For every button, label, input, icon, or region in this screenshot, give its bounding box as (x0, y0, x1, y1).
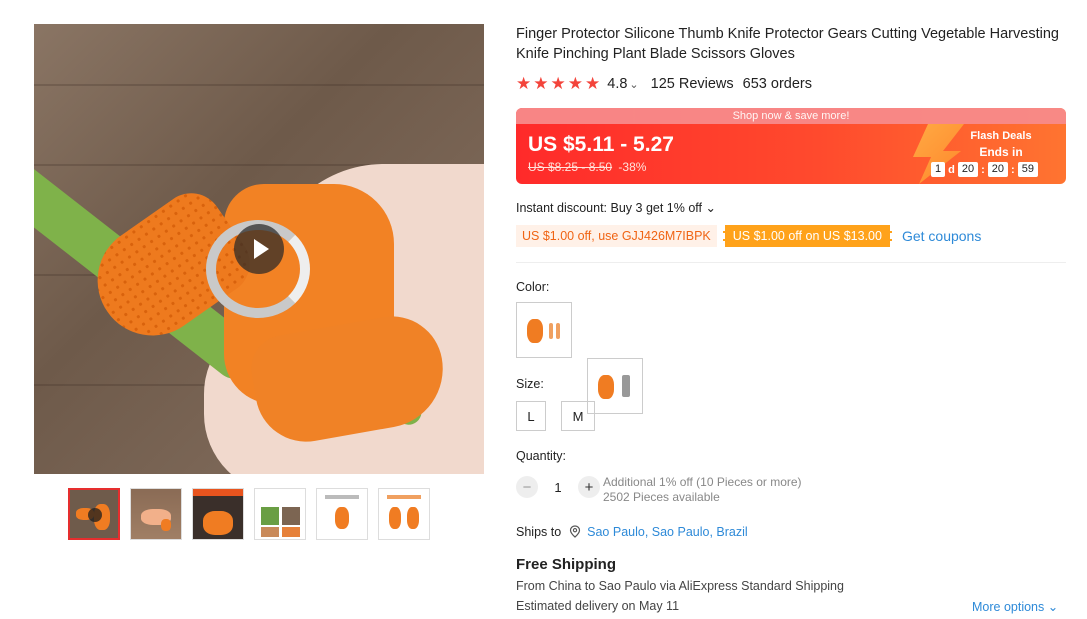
size-option-m[interactable]: M (561, 401, 595, 431)
wood-grain (34, 84, 484, 86)
reviews-link[interactable]: 125 Reviews (651, 76, 734, 92)
chevron-down-icon[interactable]: ⌄ (629, 78, 638, 91)
star-icon: ★ (550, 74, 566, 93)
thumb-shape (203, 511, 233, 535)
thumbnail-strip (68, 488, 430, 540)
code-coupon[interactable]: US $1.00 off, use GJJ426M7IBPK (516, 225, 717, 247)
thumbnail-2[interactable] (130, 488, 182, 540)
thumb-shape (261, 507, 279, 525)
star-icon: ★ (585, 74, 601, 93)
countdown-days: 1 (931, 162, 946, 177)
old-price: US $8.25 - 8.50 (528, 160, 613, 174)
thumb-shape (407, 507, 419, 529)
swatch-shape (549, 323, 553, 339)
thumb-shape (161, 519, 171, 531)
free-shipping-title: Free Shipping (516, 556, 617, 573)
quantity-notes: Additional 1% off (10 Pieces or more) 25… (603, 475, 802, 505)
quantity-decrease-button[interactable]: − (516, 476, 538, 498)
thumb-text (387, 495, 421, 499)
flash-deals-label: Flash Deals (970, 130, 1032, 142)
swatch-shape (556, 323, 560, 339)
destination-link[interactable]: Sao Paulo, Sao Paulo, Brazil (587, 525, 748, 539)
days-unit: d (948, 163, 955, 176)
ships-to-label: Ships to (516, 525, 562, 539)
thumbnail-6[interactable] (378, 488, 430, 540)
quantity-stepper: − 1 + (516, 476, 600, 498)
bulk-discount-note: Additional 1% off (10 Pieces or more) (603, 475, 802, 489)
shipping-route: From China to Sao Paulo via AliExpress S… (516, 579, 844, 593)
quantity-label: Quantity: (516, 449, 567, 463)
coupons-row: US $1.00 off, use GJJ426M7IBPK US $1.00 … (516, 225, 981, 247)
countdown-hours: 20 (957, 162, 979, 177)
countdown: 1 d 20 : 20 : 59 (931, 162, 1038, 177)
ends-in-label: Ends in (979, 145, 1023, 159)
countdown-minutes: 20 (987, 162, 1009, 177)
thumb-shape (335, 507, 349, 529)
thumbnail-4[interactable] (254, 488, 306, 540)
orders-count: 653 orders (742, 76, 812, 92)
store-coupon[interactable]: US $1.00 off on US $13.00 (722, 225, 892, 247)
size-option-l[interactable]: L (516, 401, 546, 431)
color-label: Color: (516, 280, 550, 294)
flash-deal-banner: Shop now & save more! US $5.11 - 5.27 US… (516, 108, 1066, 184)
swatch-shape (527, 319, 543, 343)
size-label: Size: (516, 377, 544, 391)
thumbnail-5[interactable] (316, 488, 368, 540)
instant-discount[interactable]: Instant discount: Buy 3 get 1% off ⌄ (516, 200, 716, 215)
rating-row: ★ ★ ★ ★ ★ 4.8 ⌄ 125 Reviews 653 orders (516, 74, 812, 94)
discount-percent: -38% (618, 160, 647, 174)
play-video-icon[interactable] (234, 224, 284, 274)
color-swatch-1[interactable] (516, 302, 572, 358)
rating-value[interactable]: 4.8 (607, 76, 627, 92)
product-title: Finger Protector Silicone Thumb Knife Pr… (516, 26, 1059, 62)
countdown-seconds: 59 (1017, 162, 1038, 177)
star-icon: ★ (567, 74, 583, 93)
color-swatch-2[interactable] (587, 358, 643, 414)
old-price-row: US $8.25 - 8.50 -38% (528, 160, 646, 174)
location-pin-icon (569, 525, 580, 538)
thumb-shape (282, 527, 300, 537)
estimated-delivery: Estimated delivery on May 11 (516, 599, 680, 613)
thumb-text (325, 495, 359, 499)
swatch-shape (622, 375, 630, 397)
ships-to-row: Ships to Sao Paulo, Sao Paulo, Brazil (516, 525, 748, 539)
thumb-shape (389, 507, 401, 529)
star-icon: ★ (516, 74, 532, 93)
thumbnail-1[interactable] (68, 488, 120, 540)
stock-available: 2502 Pieces available (603, 490, 720, 504)
more-options-link[interactable]: More options ⌄ (972, 599, 1058, 614)
swatch-shape (598, 375, 614, 399)
flash-banner-text: Shop now & save more! (516, 108, 1066, 124)
main-product-image[interactable] (34, 24, 484, 474)
thumbnail-3[interactable] (192, 488, 244, 540)
current-price: US $5.11 - 5.27 (528, 133, 674, 156)
thumb-shape (261, 527, 279, 537)
countdown-sep: : (1011, 163, 1015, 176)
thumb-shape (282, 507, 300, 525)
play-icon (88, 508, 102, 522)
quantity-input[interactable]: 1 (538, 480, 578, 495)
countdown-sep: : (981, 163, 985, 176)
star-icon: ★ (533, 74, 549, 93)
divider (516, 262, 1066, 263)
quantity-increase-button[interactable]: + (578, 476, 600, 498)
get-coupons-link[interactable]: Get coupons (902, 228, 981, 244)
thumb-banner (193, 489, 243, 496)
